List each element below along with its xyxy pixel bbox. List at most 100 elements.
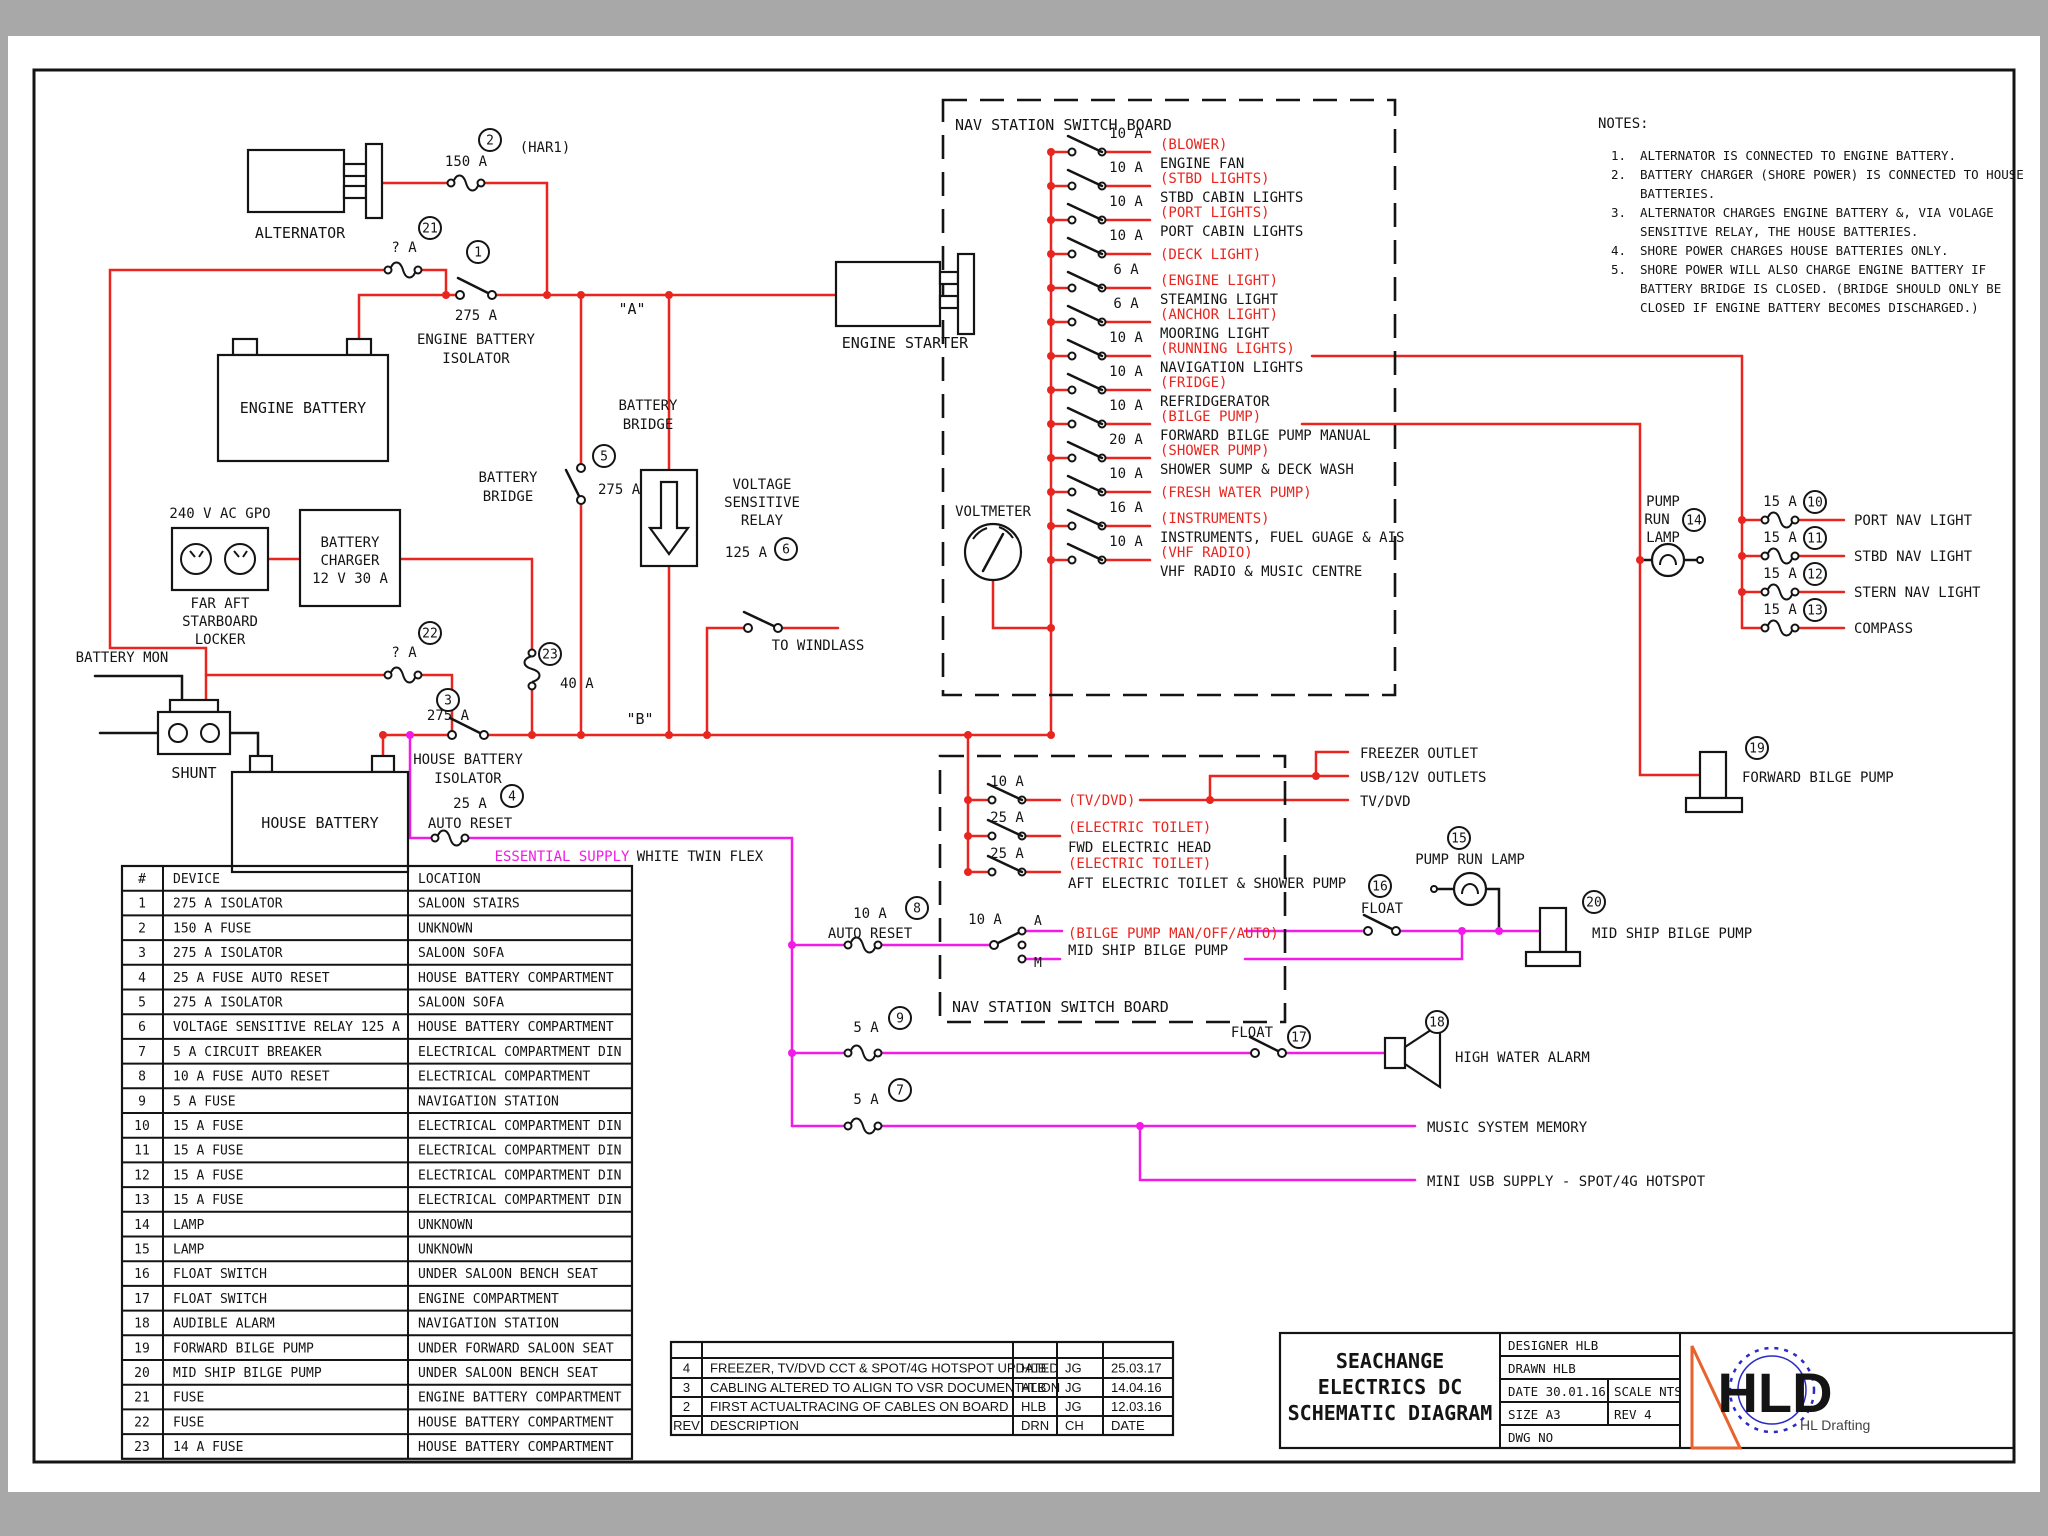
to-windlass-label: TO WINDLASS [772, 638, 865, 654]
date-field: DATE 30.01.16 [1508, 1384, 1606, 1399]
high-water-alarm-label: HIGH WATER ALARM [1455, 1050, 1590, 1066]
junction-dot [1047, 624, 1055, 632]
device-row-num: 21 [134, 1391, 150, 1406]
rev-row-description: FREEZER, TV/DVD CCT & SPOT/4G HOTSPOT UP… [710, 1361, 1059, 1376]
device-row-location: HOUSE BATTERY COMPARTMENT [418, 1440, 614, 1455]
lower-row-load-label: AFT ELECTRIC TOILET & SHOWER PUMP [1068, 876, 1346, 892]
junction-dot [1136, 1122, 1144, 1130]
nav-row-amp: 6 A [1113, 262, 1139, 278]
ref-number: 2 [486, 134, 494, 149]
charger-l3: 12 V 30 A [312, 571, 388, 587]
device-row-location: UNKNOWN [418, 921, 473, 936]
device-row-device: FUSE [173, 1415, 204, 1430]
lower-row-amp: 25 A [990, 846, 1024, 862]
junction-dot [964, 731, 972, 739]
device-row-location: ENGINE COMPARTMENT [418, 1292, 559, 1307]
b-bus-label: "B" [626, 710, 653, 728]
junction-dot [1495, 927, 1503, 935]
device-row-location: ELECTRICAL COMPARTMENT DIN [418, 1144, 622, 1159]
ref-number: 10 [1807, 496, 1823, 511]
device-row-device: FLOAT SWITCH [173, 1267, 267, 1282]
rev-row-drn: HLB [1021, 1380, 1046, 1395]
nav-row-load-label: PORT CABIN LIGHTS [1160, 224, 1303, 240]
device-row-location: SALOON SOFA [418, 946, 504, 961]
note-line: ALTERNATOR CHARGES ENGINE BATTERY &, VIA… [1640, 205, 1994, 220]
device-row-location: UNDER SALOON BENCH SEAT [418, 1366, 598, 1381]
device-row-device: MID SHIP BILGE PUMP [173, 1366, 322, 1381]
bilge-m-label: M [1034, 956, 1042, 971]
nav-row-circuit-label: (SHOWER PUMP) [1160, 443, 1270, 459]
size-field: SIZE A3 [1508, 1407, 1561, 1422]
fuse7-amp: 5 A [853, 1092, 879, 1108]
device-row-device: 15 A FUSE [173, 1119, 243, 1134]
ref-number: 3 [444, 694, 452, 709]
device-row-location: ENGINE BATTERY COMPARTMENT [418, 1391, 622, 1406]
float17-label: FLOAT [1231, 1025, 1274, 1041]
tv-dvd-label: TV/DVD [1360, 794, 1411, 810]
nav-row-circuit-label: (STBD LIGHTS) [1160, 171, 1270, 187]
nav-light-label: STBD NAV LIGHT [1854, 549, 1973, 565]
device-row-device: FUSE [173, 1391, 204, 1406]
rev-row-ch: JG [1065, 1399, 1082, 1414]
device-row-location: UNKNOWN [418, 1218, 473, 1233]
device-row-device: LAMP [173, 1218, 204, 1233]
device-row-location: UNDER FORWARD SALOON SEAT [418, 1341, 614, 1356]
nav-row-load-label: ENGINE FAN [1160, 156, 1244, 172]
junction-dot [1458, 927, 1466, 935]
shunt-label: SHUNT [171, 764, 216, 782]
nav-row-load-label: REFRIDGERATOR [1160, 394, 1270, 410]
ref-number: 1 [474, 246, 482, 261]
nav-row-amp: 10 A [1109, 160, 1143, 176]
ref-number: 13 [1807, 604, 1823, 619]
device-row-device: 150 A FUSE [173, 921, 251, 936]
nav-row-circuit-label: (FRESH WATER PUMP) [1160, 485, 1312, 501]
dwg-no-field: DWG NO [1508, 1430, 1553, 1445]
device-row-device: 25 A FUSE AUTO RESET [173, 971, 330, 986]
rev-row-date: 14.04.16 [1111, 1380, 1162, 1395]
nav-row-circuit-label: (PORT LIGHTS) [1160, 205, 1270, 221]
music-system-memory-label: MUSIC SYSTEM MEMORY [1427, 1120, 1588, 1136]
mid-ship-bilge-pump-label: MID SHIP BILGE PUMP [1592, 926, 1752, 942]
device-row-location: ELECTRICAL COMPARTMENT DIN [418, 1045, 622, 1060]
lower-row-amp: 25 A [990, 810, 1024, 826]
nav-row-amp: 10 A [1109, 228, 1143, 244]
ref-number: 17 [1291, 1031, 1307, 1046]
nav-row-load-label: MOORING LIGHT [1160, 326, 1270, 342]
white-twin-flex-label: WHITE TWIN FLEX [637, 849, 764, 865]
rev-row-drn: DRN [1021, 1418, 1049, 1433]
ref-number: 20 [1586, 896, 1602, 911]
nav-row-load-label: STEAMING LIGHT [1160, 292, 1279, 308]
rev-row-drn: HLB [1021, 1399, 1046, 1414]
junction-dot [665, 731, 673, 739]
note-line: CLOSED IF ENGINE BATTERY BECOMES DISCHAR… [1640, 300, 1979, 315]
vsr-amp: 125 A [725, 545, 768, 561]
nav-light-amp: 15 A [1763, 530, 1797, 546]
device-row-device: 275 A ISOLATOR [173, 897, 283, 912]
rev-row-date: 25.03.17 [1111, 1361, 1162, 1376]
junction-dot [543, 291, 551, 299]
rev-row-description: FIRST ACTUALTRACING OF CABLES ON BOARD [710, 1399, 1009, 1414]
vsr-l3: RELAY [741, 513, 784, 529]
nav-row-amp: 10 A [1109, 126, 1143, 142]
device-row-device: 15 A FUSE [173, 1193, 243, 1208]
fuse4-amp: 25 A [453, 796, 487, 812]
nav-row-circuit-label: (INSTRUMENTS) [1160, 511, 1270, 527]
nav-row-load-label: FORWARD BILGE PUMP MANUAL [1160, 428, 1371, 444]
ref-number: 22 [422, 627, 438, 642]
charger-l2: CHARGER [320, 553, 380, 569]
device-row-device: 15 A FUSE [173, 1168, 243, 1183]
isolator1-label1: ENGINE BATTERY [417, 332, 536, 348]
device-row-device: 5 A FUSE [173, 1094, 236, 1109]
device-row-location: NAVIGATION STATION [418, 1094, 559, 1109]
rev-row-ch: CH [1065, 1418, 1084, 1433]
ref-number: 19 [1749, 742, 1765, 757]
rev-row-num: 4 [683, 1361, 690, 1376]
device-row-location: ELECTRICAL COMPARTMENT DIN [418, 1119, 622, 1134]
note-line: SHORE POWER WILL ALSO CHARGE ENGINE BATT… [1640, 262, 1986, 277]
freezer-outlet-label: FREEZER OUTLET [1360, 746, 1479, 762]
nav-row-circuit-label: (RUNNING LIGHTS) [1160, 341, 1295, 357]
lower-row-circuit-label: (TV/DVD) [1068, 793, 1135, 809]
junction-dot [406, 731, 414, 739]
device-row-num: 1 [138, 897, 146, 912]
switch5-amp: 275 A [598, 482, 641, 498]
